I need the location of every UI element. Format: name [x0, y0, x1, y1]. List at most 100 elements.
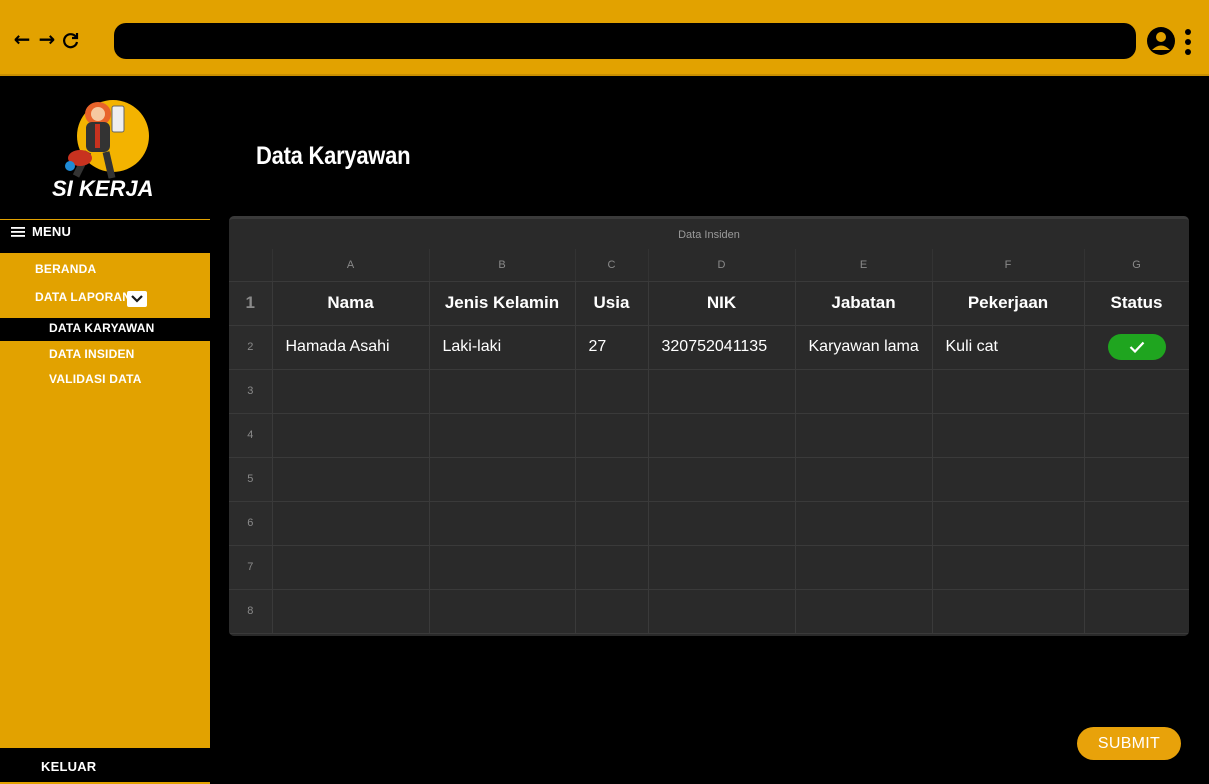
empty-cell[interactable] — [575, 589, 649, 634]
column-letter[interactable]: E — [795, 249, 933, 282]
empty-cell[interactable] — [429, 501, 576, 546]
empty-cell[interactable] — [575, 545, 649, 590]
cell-jabatan[interactable]: Karyawan lama — [795, 325, 933, 370]
empty-cell[interactable] — [932, 457, 1085, 502]
table-row: 4 — [229, 413, 1189, 458]
row-number[interactable]: 1 — [229, 281, 273, 326]
row-number[interactable]: 6 — [229, 501, 273, 546]
sidebar-item-data-karyawan[interactable]: DATA KARYAWAN — [49, 321, 155, 335]
empty-cell[interactable] — [272, 545, 430, 590]
row-number[interactable]: 8 — [229, 589, 273, 634]
status-badge[interactable] — [1107, 334, 1166, 360]
empty-cell[interactable] — [795, 369, 933, 414]
empty-cell[interactable] — [429, 545, 576, 590]
column-letter[interactable]: F — [932, 249, 1085, 282]
empty-cell[interactable] — [932, 545, 1085, 590]
column-letter[interactable]: A — [272, 249, 430, 282]
cell-usia[interactable]: 27 — [575, 325, 649, 370]
submit-button[interactable]: SUBMIT — [1077, 727, 1181, 760]
column-letter[interactable]: B — [429, 249, 576, 282]
empty-cell[interactable] — [575, 501, 649, 546]
user-circle-icon[interactable] — [1146, 26, 1176, 56]
empty-cell[interactable] — [795, 413, 933, 458]
empty-cell[interactable] — [429, 369, 576, 414]
empty-cell[interactable] — [648, 545, 796, 590]
table-header-row: 1 Nama Jenis Kelamin Usia NIK Jabatan Pe… — [229, 281, 1189, 326]
table-row: 5 — [229, 457, 1189, 502]
empty-cell[interactable] — [795, 457, 933, 502]
empty-cell[interactable] — [575, 457, 649, 502]
header-nik[interactable]: NIK — [648, 281, 796, 326]
logout-button[interactable]: KELUAR — [41, 759, 96, 774]
empty-cell[interactable] — [648, 501, 796, 546]
header-status[interactable]: Status — [1084, 281, 1189, 326]
column-letter[interactable]: G — [1084, 249, 1189, 282]
column-letter[interactable]: C — [575, 249, 649, 282]
cell-status[interactable] — [1084, 325, 1189, 370]
sidebar: SI KERJA — [0, 78, 210, 784]
empty-cell[interactable] — [932, 501, 1085, 546]
header-jenis-kelamin[interactable]: Jenis Kelamin — [429, 281, 576, 326]
table-row: 2 Hamada Asahi Laki-laki 27 320752041135… — [229, 325, 1189, 370]
sidebar-item-data-laporan[interactable]: DATA LAPORAN — [35, 290, 131, 304]
row-number[interactable]: 5 — [229, 457, 273, 502]
empty-cell[interactable] — [1084, 589, 1189, 634]
cell-nama[interactable]: Hamada Asahi — [272, 325, 430, 370]
hamburger-menu-icon[interactable] — [11, 226, 25, 238]
empty-cell[interactable] — [795, 545, 933, 590]
empty-cell[interactable] — [648, 589, 796, 634]
header-usia[interactable]: Usia — [575, 281, 649, 326]
menu-label: MENU — [32, 224, 72, 239]
table-row: 3 — [229, 369, 1189, 414]
empty-cell[interactable] — [648, 457, 796, 502]
sidebar-item-beranda[interactable]: BERANDA — [35, 262, 96, 276]
empty-cell[interactable] — [429, 589, 576, 634]
logout-bar[interactable] — [0, 748, 210, 782]
empty-cell[interactable] — [272, 589, 430, 634]
header-jabatan[interactable]: Jabatan — [795, 281, 933, 326]
empty-cell[interactable] — [429, 457, 576, 502]
empty-cell[interactable] — [932, 589, 1085, 634]
reload-icon[interactable] — [60, 30, 82, 52]
row-number[interactable]: 3 — [229, 369, 273, 414]
header-pekerjaan[interactable]: Pekerjaan — [932, 281, 1085, 326]
sidebar-item-data-insiden[interactable]: DATA INSIDEN — [49, 347, 135, 361]
spreadsheet: Data Insiden A B C D E F G 1 Nama Jenis … — [229, 216, 1189, 636]
logo[interactable]: SI KERJA — [0, 78, 210, 219]
table-row: 7 — [229, 545, 1189, 590]
empty-cell[interactable] — [272, 501, 430, 546]
header-nama[interactable]: Nama — [272, 281, 430, 326]
cell-nik[interactable]: 320752041135 — [648, 325, 796, 370]
empty-cell[interactable] — [795, 589, 933, 634]
empty-cell[interactable] — [1084, 501, 1189, 546]
empty-cell[interactable] — [932, 369, 1085, 414]
empty-cell[interactable] — [272, 369, 430, 414]
empty-cell[interactable] — [272, 413, 430, 458]
empty-cell[interactable] — [795, 501, 933, 546]
empty-cell[interactable] — [429, 413, 576, 458]
empty-cell[interactable] — [272, 457, 430, 502]
empty-cell[interactable] — [1084, 369, 1189, 414]
back-arrow-icon[interactable]: ← — [11, 28, 33, 50]
address-bar[interactable] — [114, 23, 1136, 59]
empty-cell[interactable] — [1084, 457, 1189, 502]
browser-toolbar: ← → — [0, 0, 1209, 76]
empty-cell[interactable] — [575, 369, 649, 414]
page-title: Data Karyawan — [256, 142, 411, 170]
cell-jenis-kelamin[interactable]: Laki-laki — [429, 325, 576, 370]
empty-cell[interactable] — [648, 413, 796, 458]
forward-arrow-icon[interactable]: → — [36, 28, 58, 50]
empty-cell[interactable] — [1084, 413, 1189, 458]
empty-cell[interactable] — [1084, 545, 1189, 590]
sidebar-item-validasi-data[interactable]: VALIDASI DATA — [49, 372, 142, 386]
empty-cell[interactable] — [932, 413, 1085, 458]
chevron-down-icon[interactable] — [127, 291, 147, 307]
kebab-menu-icon[interactable] — [1184, 29, 1192, 55]
empty-cell[interactable] — [648, 369, 796, 414]
empty-cell[interactable] — [575, 413, 649, 458]
row-number[interactable]: 4 — [229, 413, 273, 458]
row-number[interactable]: 7 — [229, 545, 273, 590]
row-number[interactable]: 2 — [229, 325, 273, 370]
cell-pekerjaan[interactable]: Kuli cat — [932, 325, 1085, 370]
column-letter[interactable]: D — [648, 249, 796, 282]
